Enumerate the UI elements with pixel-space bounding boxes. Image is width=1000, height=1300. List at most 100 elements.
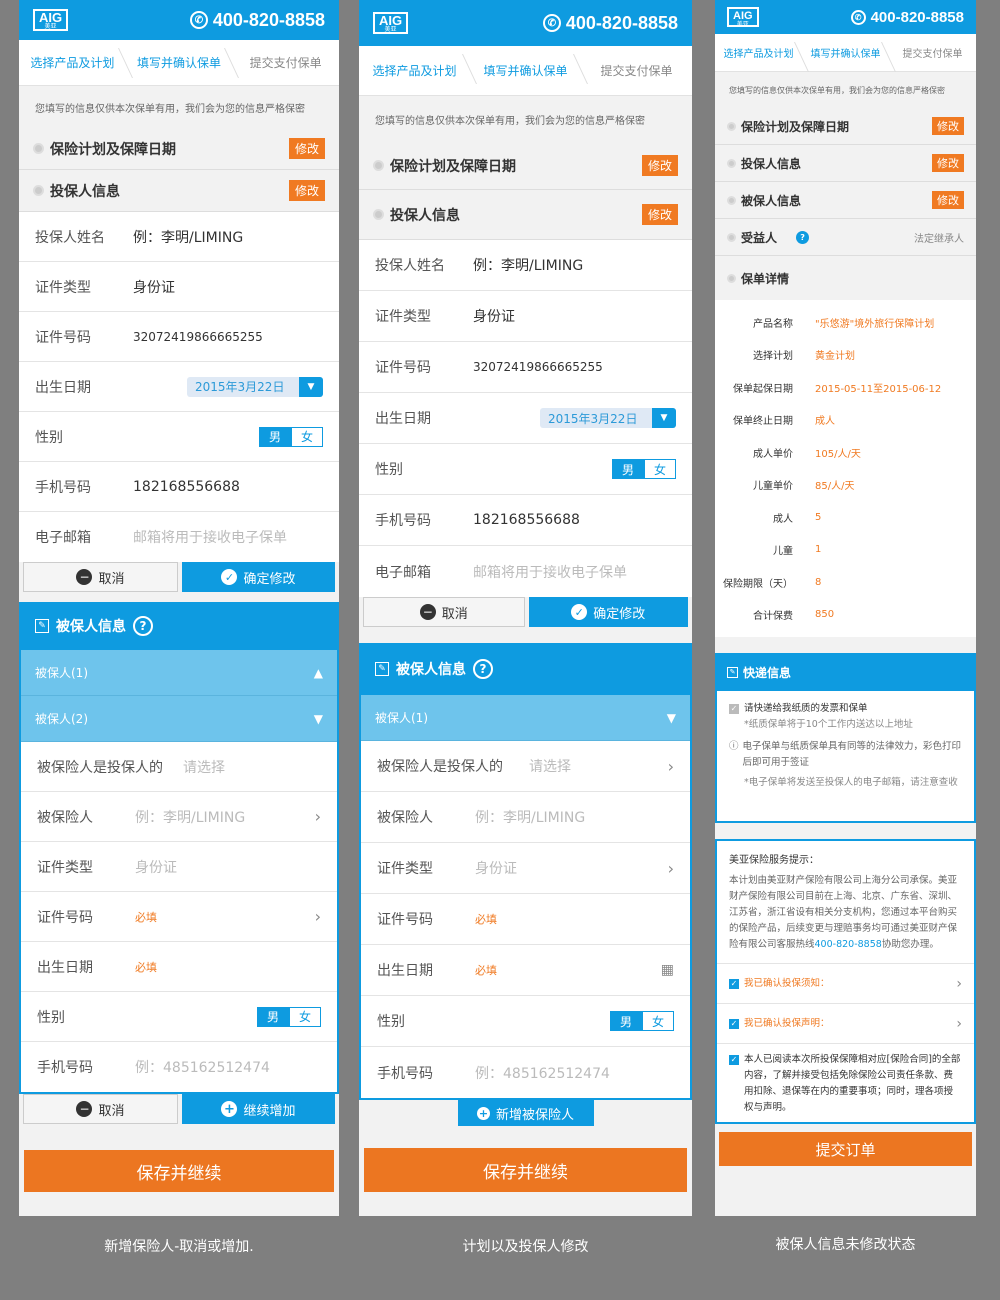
sex-toggle[interactable]: 男女: [259, 426, 323, 447]
continue-add-button[interactable]: + 继续增加: [182, 1094, 335, 1124]
edit-icon: ✎: [375, 662, 389, 676]
edit-button[interactable]: 修改: [932, 191, 964, 209]
insured-phone-row[interactable]: 手机号码 例：485162512474: [361, 1047, 690, 1098]
insured-name-row[interactable]: 被保险人 例：李明/LIMING: [361, 792, 690, 843]
calendar-icon[interactable]: ▦: [661, 962, 674, 978]
radio-icon: [727, 195, 736, 205]
holder-idno-row[interactable]: 证件号码 32072419866665255: [19, 312, 339, 362]
section-holder: 投保人信息 修改: [715, 145, 976, 182]
insured-sex-row: 性别男女: [21, 992, 337, 1042]
sex-toggle[interactable]: 男女: [610, 1011, 674, 1031]
date-picker[interactable]: 2015年3月22日 ▼: [187, 376, 323, 397]
caption-3: 被保人信息未修改状态: [775, 1237, 916, 1253]
holder-form: 投保人姓名 例：李明/LIMING 证件类型 身份证 证件号码 32072419866…: [359, 240, 692, 597]
phone-hotline[interactable]: ✆ 400-820-8858: [189, 10, 325, 31]
checkbox-icon[interactable]: ✓: [729, 704, 739, 714]
chevron-down-icon: ▼: [313, 711, 323, 726]
holder-sex-row: 性别男女: [359, 444, 692, 495]
insured-1-header[interactable]: 被保人(1) ▲: [21, 650, 337, 696]
holder-idtype-row[interactable]: 证件类型 身份证: [19, 262, 339, 312]
holder-idtype-row[interactable]: 证件类型 身份证: [359, 291, 692, 342]
radio-icon: [373, 160, 384, 171]
holder-email-row[interactable]: 电子邮箱 邮箱将用于接收电子保单: [359, 546, 692, 597]
privacy-notice: 您填写的信息仅供本次保单有用，我们会为您的信息严格保密: [729, 85, 945, 95]
cancel-button[interactable]: − 取消: [363, 597, 525, 627]
holder-dob-row[interactable]: 出生日期 2015年3月22日 ▼: [19, 362, 339, 412]
step-1[interactable]: 选择产品及计划: [19, 40, 126, 85]
edit-button[interactable]: 修改: [932, 117, 964, 135]
express-note: *纸质保单将于10个工作内送达以上地址: [744, 719, 913, 730]
radio-icon: [727, 232, 736, 242]
detail-row: 产品名称 "乐悠游"境外旅行保障计划: [753, 318, 935, 330]
check-icon: ✓: [221, 569, 238, 585]
holder-idno-row[interactable]: 证件号码 32072419866665255: [359, 342, 692, 393]
holder-name-row[interactable]: 投保人姓名 例：李明/LIMING: [19, 212, 339, 262]
edit-button[interactable]: 修改: [641, 204, 678, 225]
step-2[interactable]: 填写并确认保单: [126, 40, 233, 85]
insured-idno-row[interactable]: 证件号码 必填: [361, 894, 690, 945]
confirm-edit-button[interactable]: ✓ 确定修改: [182, 562, 335, 592]
checkbox-icon[interactable]: ✓: [729, 1018, 739, 1029]
add-insured-button[interactable]: + 新增被保险人: [457, 1100, 594, 1126]
express-option[interactable]: ✓ 请快递给我纸质的发票和保单: [729, 701, 962, 717]
insured-relation-row[interactable]: 被保险人是投保人的 请选择 ›: [361, 741, 690, 792]
panel-edit-plan-holder: AIG 美亚 ✆ 400-820-8858 选择产品及计划 填写并确认保单 提交支付…: [359, 0, 692, 1216]
confirm-notice-row[interactable]: ✓ 我已确认投保须知： ›: [717, 964, 974, 1004]
insured-dob-row[interactable]: 出生日期 必填 ▦: [361, 945, 690, 996]
insured-1-header[interactable]: 被保人(1) ▼: [361, 695, 690, 741]
step-2[interactable]: 填写并确认保单: [802, 34, 889, 71]
insured-dob-row[interactable]: 出生日期 必填: [21, 942, 337, 992]
holder-phone-row[interactable]: 手机号码 182168556688: [19, 462, 339, 512]
insured-relation-row[interactable]: 被保险人是投保人的 请选择: [21, 742, 337, 792]
insured-name-row[interactable]: 被保险人 例：李明/LIMING ›: [21, 792, 337, 842]
submit-order-button[interactable]: 提交订单: [719, 1132, 972, 1166]
edit-button[interactable]: 修改: [641, 155, 678, 176]
insured-idtype-row[interactable]: 证件类型 身份证 ›: [361, 843, 690, 894]
edit-button[interactable]: 修改: [288, 180, 325, 201]
confirm-declaration-row[interactable]: ✓ 我已确认投保声明： ›: [717, 1004, 974, 1044]
service-title: 美亚保险服务提示：: [729, 855, 819, 866]
section-plan: 保险计划及保障日期 修改: [19, 128, 339, 170]
detail-row: 儿童 1: [773, 544, 822, 558]
date-picker[interactable]: 2015年3月22日 ▼: [540, 408, 676, 428]
cancel-button[interactable]: − 取消: [23, 1094, 178, 1124]
policy-detail-list: 产品名称 "乐悠游"境外旅行保障计划 选择计划 黄金计划 保单起保日期 2015-05-1…: [715, 300, 976, 637]
plus-icon: +: [476, 1106, 490, 1120]
holder-name-row[interactable]: 投保人姓名 例：李明/LIMING: [359, 240, 692, 291]
step-bar: 选择产品及计划 填写并确认保单 提交支付保单: [19, 40, 339, 86]
detail-row: 保险期限（天） 8: [723, 576, 822, 590]
insured-phone-row[interactable]: 手机号码 例：485162512474: [21, 1042, 337, 1092]
sex-toggle[interactable]: 男女: [257, 1006, 321, 1027]
detail-row: 合计保费 850: [753, 609, 835, 623]
checkbox-icon[interactable]: ✓: [729, 978, 739, 989]
check-icon: ✓: [571, 604, 588, 620]
holder-email-row[interactable]: 电子邮箱 邮箱将用于接收电子保单: [19, 512, 339, 562]
help-icon[interactable]: ?: [133, 616, 153, 636]
step-1[interactable]: 选择产品及计划: [715, 34, 802, 71]
phone-hotline[interactable]: ✆ 400-820-8858: [850, 9, 964, 26]
holder-phone-row[interactable]: 手机号码 182168556688: [359, 495, 692, 546]
help-icon[interactable]: ?: [473, 659, 493, 679]
chevron-right-icon: ›: [667, 858, 674, 878]
insured-idno-row[interactable]: 证件号码 必填 ›: [21, 892, 337, 942]
confirm-edit-button[interactable]: ✓ 确定修改: [528, 597, 688, 627]
section-holder: 投保人信息 修改: [359, 190, 692, 240]
holder-dob-row[interactable]: 出生日期 2015年3月22日 ▼: [359, 393, 692, 444]
edit-button[interactable]: 修改: [288, 138, 325, 159]
privacy-notice: 您填写的信息仅供本次保单有用，我们会为您的信息严格保密: [35, 103, 305, 115]
agreement-row[interactable]: ✓ 本人已阅读本次所投保保障相对应[保险合同]的全部内容，了解并接受包括免除保险公…: [729, 1052, 962, 1116]
phone-hotline[interactable]: ✆ 400-820-8858: [542, 13, 678, 34]
sex-toggle[interactable]: 男女: [612, 459, 676, 479]
save-continue-button[interactable]: 保存并继续: [364, 1148, 687, 1192]
step-2[interactable]: 填写并确认保单: [470, 46, 581, 95]
cancel-button[interactable]: − 取消: [23, 562, 178, 592]
step-1[interactable]: 选择产品及计划: [359, 46, 470, 95]
help-icon[interactable]: ?: [796, 230, 810, 244]
insured-idtype-row[interactable]: 证件类型 身份证: [21, 842, 337, 892]
edit-button[interactable]: 修改: [932, 154, 964, 172]
detail-row: 保单终止日期 成人: [733, 416, 835, 428]
caption-2: 计划以及投保人修改: [462, 1239, 589, 1255]
checkbox-icon[interactable]: ✓: [729, 1055, 739, 1065]
insured-2-header[interactable]: 被保人(2) ▼: [21, 696, 337, 742]
save-continue-button[interactable]: 保存并继续: [24, 1150, 334, 1192]
